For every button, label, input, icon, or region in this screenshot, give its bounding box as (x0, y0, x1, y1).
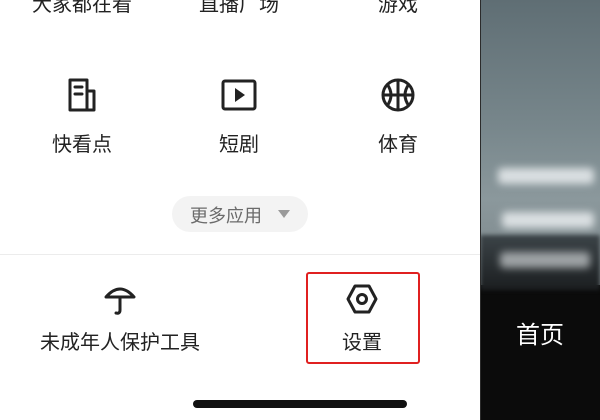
settings-label: 设置 (342, 330, 382, 354)
blurred-text (500, 252, 590, 268)
settings-button[interactable]: 设置 (310, 282, 414, 362)
more-apps-button[interactable]: 更多应用 (172, 196, 308, 232)
menu-item-label: 体育 (378, 132, 418, 156)
panel-edge (480, 0, 481, 420)
background-video-preview: 首页 (480, 0, 600, 420)
basketball-icon (381, 78, 415, 112)
menu-item-label: 快看点 (52, 132, 112, 156)
menu-item-games[interactable]: 游戏 (378, 0, 418, 17)
menu-item-sports[interactable]: 体育 (333, 76, 463, 176)
article-icon (68, 78, 96, 112)
menu-item-short-drama[interactable]: 短剧 (174, 76, 304, 176)
menu-item-everyone-watching[interactable]: 大家都在看 (32, 0, 132, 17)
play-video-icon (221, 79, 257, 111)
tab-home[interactable]: 首页 (516, 315, 564, 350)
more-apps-label: 更多应用 (190, 206, 262, 227)
blurred-text (502, 212, 594, 228)
minor-protection-label: 未成年人保护工具 (40, 330, 200, 354)
app-menu-panel: 大家都在看 直播广场 游戏 快看点 短剧 体育 更多应用 未成年人保护工具 设置 (0, 0, 480, 420)
chevron-down-icon (278, 210, 290, 218)
settings-hexagon-icon (346, 284, 378, 314)
menu-item-kuaikandian[interactable]: 快看点 (17, 76, 147, 176)
umbrella-icon (104, 287, 136, 315)
menu-item-live-square[interactable]: 直播广场 (199, 0, 279, 17)
home-indicator[interactable] (193, 400, 407, 408)
section-divider (0, 254, 480, 255)
blurred-text (498, 168, 594, 184)
menu-item-label: 短剧 (219, 132, 259, 156)
minor-protection-button[interactable]: 未成年人保护工具 (40, 282, 200, 362)
